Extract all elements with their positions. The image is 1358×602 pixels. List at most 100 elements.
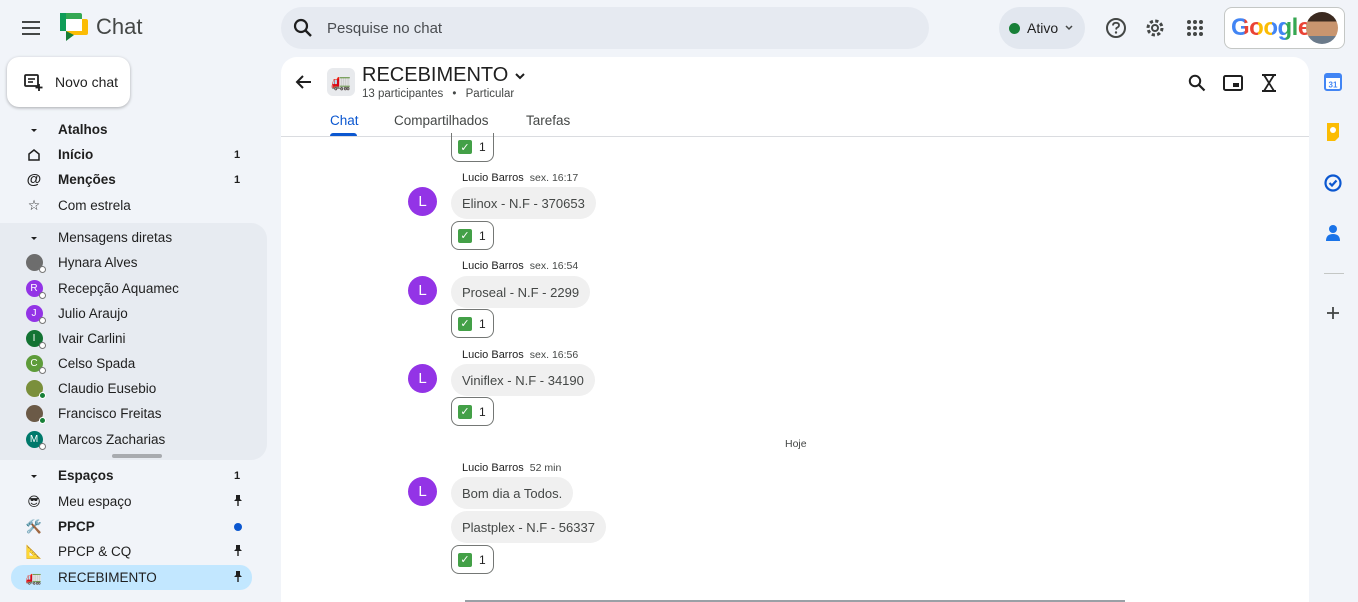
app-logo[interactable]: Chat	[60, 13, 142, 41]
avatar: R	[25, 280, 46, 299]
spaces-header[interactable]: Espaços 1	[0, 463, 267, 488]
chevron-down-icon	[515, 72, 526, 79]
caret-down-icon	[25, 121, 43, 139]
reaction-chip[interactable]: ✓ 1	[451, 133, 494, 162]
sidebar-item-recepcao-aquamec[interactable]: R Recepção Aquamec	[0, 276, 267, 301]
search-input[interactable]: Pesquise no chat	[327, 20, 442, 37]
sidebar-item-ppcp[interactable]: 🛠️ PPCP	[0, 514, 267, 539]
space-emoji-icon: 🛠️	[25, 518, 43, 534]
help-button[interactable]	[1102, 14, 1130, 42]
sidebar-item-ppcp-cq[interactable]: 📐 PPCP & CQ	[0, 539, 267, 564]
chat-panel: 🚛 RECEBIMENTO 13 participantes • Particu…	[281, 57, 1309, 602]
reaction-chip[interactable]: ✓ 1	[451, 309, 494, 338]
status-selector[interactable]: Ativo	[999, 7, 1085, 49]
message-bubble[interactable]: Bom dia a Todos.	[451, 477, 574, 509]
room-title-button[interactable]: RECEBIMENTO	[362, 64, 526, 87]
reaction-chip[interactable]: ✓ 1	[451, 545, 494, 574]
sidebar-item-celso-spada[interactable]: C Celso Spada	[0, 351, 267, 376]
calendar-app-button[interactable]: 31	[1322, 71, 1344, 93]
message-header: Lucio Barros sex. 16:54	[462, 260, 578, 272]
pin-icon[interactable]	[233, 494, 243, 509]
message-time: 52 min	[529, 462, 562, 474]
picture-in-picture-icon	[1223, 75, 1243, 91]
tab-chat[interactable]: Chat	[330, 113, 359, 128]
room-subtitle: 13 participantes • Particular	[362, 88, 514, 100]
tab-compartilhados[interactable]: Compartilhados	[394, 113, 489, 128]
message-bubble[interactable]: Viniflex - N.F - 34190	[451, 364, 595, 396]
avatar[interactable]: L	[408, 364, 437, 393]
room-title: RECEBIMENTO	[362, 64, 509, 86]
participants-count[interactable]: 13 participantes	[362, 88, 443, 100]
message-bubble[interactable]: Proseal - N.F - 2299	[451, 276, 591, 308]
avatar[interactable]: L	[408, 276, 437, 305]
sidebar-item-ivair-carlini[interactable]: I Ivair Carlini	[0, 326, 267, 351]
unread-count: 1	[234, 469, 241, 482]
sidebar-scrollbar[interactable]	[112, 454, 162, 458]
tasks-app-button[interactable]	[1322, 172, 1344, 194]
pin-icon[interactable]	[233, 570, 243, 585]
message-author[interactable]: Lucio Barros	[462, 172, 524, 184]
sidebar-item-marcos-zacharias[interactable]: M Marcos Zacharias	[0, 427, 267, 452]
apps-button[interactable]	[1181, 14, 1209, 42]
search-in-chat-button[interactable]	[1186, 72, 1208, 94]
sidebar-item-mencoes[interactable]: @ Menções 1	[0, 167, 267, 192]
message-bubble[interactable]: Plastplex - N.F - 56337	[451, 511, 606, 543]
home-icon	[25, 146, 43, 164]
new-chat-button[interactable]: Novo chat	[7, 57, 130, 107]
activity-button[interactable]	[1258, 72, 1280, 94]
contacts-app-button[interactable]	[1322, 222, 1344, 244]
sidebar-item-com-estrela[interactable]: ☆ Com estrela	[0, 193, 267, 218]
account-button[interactable]: Google	[1224, 7, 1345, 49]
sidebar-item-label: Marcos Zacharias	[58, 432, 166, 447]
direct-messages-header-label: Mensagens diretas	[58, 230, 173, 245]
presence-indicator	[38, 367, 46, 374]
message-header: Lucio Barros 52 min	[462, 462, 561, 474]
unread-count: 1	[234, 148, 241, 161]
contacts-icon	[1326, 225, 1340, 241]
keep-app-button[interactable]	[1322, 121, 1344, 143]
message-header: Lucio Barros sex. 16:17	[462, 172, 578, 184]
sidebar-item-francisco-freitas[interactable]: Francisco Freitas	[0, 401, 267, 426]
get-addons-button[interactable]	[1322, 302, 1344, 324]
search-bar[interactable]: Pesquise no chat	[281, 7, 929, 49]
message-author[interactable]: Lucio Barros	[462, 462, 524, 474]
avatar-initial: J	[31, 308, 37, 319]
shortcuts-header[interactable]: Atalhos	[0, 117, 267, 142]
main-menu-button[interactable]	[14, 10, 50, 46]
space-emoji-icon: 📐	[25, 543, 43, 559]
tab-tarefas[interactable]: Tarefas	[526, 113, 570, 128]
sidebar-item-julio-araujo[interactable]: J Julio Araujo	[0, 301, 267, 326]
open-in-popup-button[interactable]	[1222, 72, 1244, 94]
rail-divider	[1324, 273, 1344, 274]
new-chat-icon	[24, 74, 43, 91]
at-icon: @	[26, 171, 42, 188]
svg-text:31: 31	[1329, 81, 1338, 90]
message-author[interactable]: Lucio Barros	[462, 260, 524, 272]
avatar[interactable]: L	[408, 477, 437, 506]
sidebar-item-label: Ivair Carlini	[58, 331, 126, 346]
status-label: Ativo	[1027, 20, 1059, 36]
status-dot	[1009, 22, 1020, 34]
sidebar-item-hynara-alves[interactable]: Hynara Alves	[0, 250, 267, 275]
sidebar-item-recebimento[interactable]: 🚛 RECEBIMENTO	[0, 565, 267, 590]
sidebar-item-label: Início	[58, 147, 94, 162]
pin-icon[interactable]	[233, 544, 243, 559]
room-avatar: 🚛	[327, 68, 355, 96]
avatar[interactable]: L	[408, 187, 437, 216]
avatar: M	[25, 431, 46, 450]
chevron-down-icon	[1065, 25, 1073, 31]
message-bubble[interactable]: Elinox - N.F - 370653	[451, 187, 596, 219]
sidebar-item-meu-espaco[interactable]: 😎 Meu espaço	[0, 489, 267, 514]
message-author[interactable]: Lucio Barros	[462, 349, 524, 361]
settings-button[interactable]	[1141, 14, 1169, 42]
caret-down-icon	[25, 467, 43, 485]
direct-messages-header[interactable]: Mensagens diretas	[0, 225, 267, 250]
reaction-chip[interactable]: ✓ 1	[451, 221, 494, 250]
reaction-count: 1	[479, 228, 486, 243]
gear-icon	[1146, 19, 1164, 37]
sidebar-item-inicio[interactable]: Início 1	[0, 142, 267, 167]
reaction-chip[interactable]: ✓ 1	[451, 397, 494, 426]
sidebar-item-claudio-eusebio[interactable]: Claudio Eusebio	[0, 376, 267, 401]
back-button[interactable]	[293, 71, 315, 93]
sidebar-item-label: PPCP	[58, 519, 95, 534]
